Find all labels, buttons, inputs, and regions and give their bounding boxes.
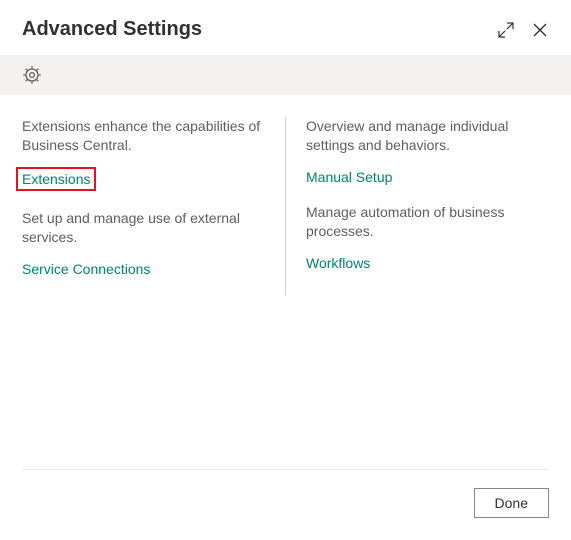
extensions-description: Extensions enhance the capabilities of B… bbox=[22, 117, 265, 155]
done-button[interactable]: Done bbox=[474, 488, 549, 518]
page-title: Advanced Settings bbox=[22, 18, 202, 41]
workflows-link[interactable]: Workflows bbox=[306, 255, 370, 271]
footer-divider bbox=[22, 469, 549, 470]
extensions-link[interactable]: Extensions bbox=[16, 167, 96, 191]
toolbar bbox=[0, 55, 571, 95]
manual-setup-description: Overview and manage individual settings … bbox=[306, 117, 549, 155]
manual-setup-link[interactable]: Manual Setup bbox=[306, 169, 392, 185]
expand-icon[interactable] bbox=[497, 21, 515, 39]
workflows-description: Manage automation of business processes. bbox=[306, 203, 549, 241]
service-connections-link[interactable]: Service Connections bbox=[22, 261, 150, 277]
close-icon[interactable] bbox=[531, 21, 549, 39]
gear-icon[interactable] bbox=[22, 65, 42, 85]
service-connections-description: Set up and manage use of external servic… bbox=[22, 209, 265, 247]
